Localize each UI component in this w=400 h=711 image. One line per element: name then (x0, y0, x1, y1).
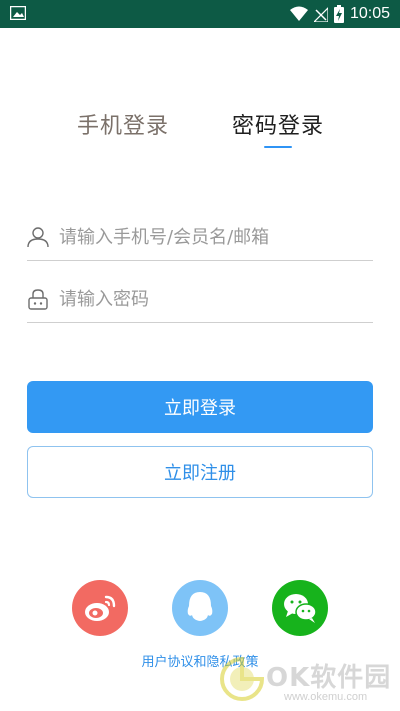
username-field (27, 216, 373, 261)
wechat-login-button[interactable] (272, 580, 328, 636)
watermark-url: www.okemu.com (284, 691, 368, 703)
tab-phone-login[interactable]: 手机登录 (77, 108, 169, 140)
watermark: OK软件园 www.okemu.com (218, 655, 394, 707)
image-notification-icon (10, 6, 26, 20)
battery-charging-icon (333, 5, 344, 23)
qq-login-button[interactable] (172, 580, 228, 636)
tab-password-login[interactable]: 密码登录 (232, 108, 324, 140)
person-icon (27, 227, 49, 248)
status-bar: 10:05 (0, 0, 400, 28)
qq-icon (187, 592, 213, 621)
signal-icon (313, 7, 328, 22)
weibo-login-button[interactable] (72, 580, 128, 636)
weibo-icon (85, 595, 116, 621)
password-input[interactable] (59, 285, 359, 313)
register-button[interactable]: 立即注册 (27, 446, 373, 498)
login-tabs: 手机登录 密码登录 (0, 108, 400, 158)
password-field (27, 278, 373, 323)
wifi-icon (289, 6, 308, 21)
clock: 10:05 (349, 5, 390, 22)
username-input[interactable] (59, 223, 359, 251)
wechat-icon (284, 594, 317, 623)
okemu-logo-icon (220, 656, 265, 701)
lock-icon (28, 289, 48, 310)
active-tab-indicator (264, 146, 292, 148)
watermark-title: OK软件园 (266, 663, 392, 693)
login-button[interactable]: 立即登录 (27, 381, 373, 433)
